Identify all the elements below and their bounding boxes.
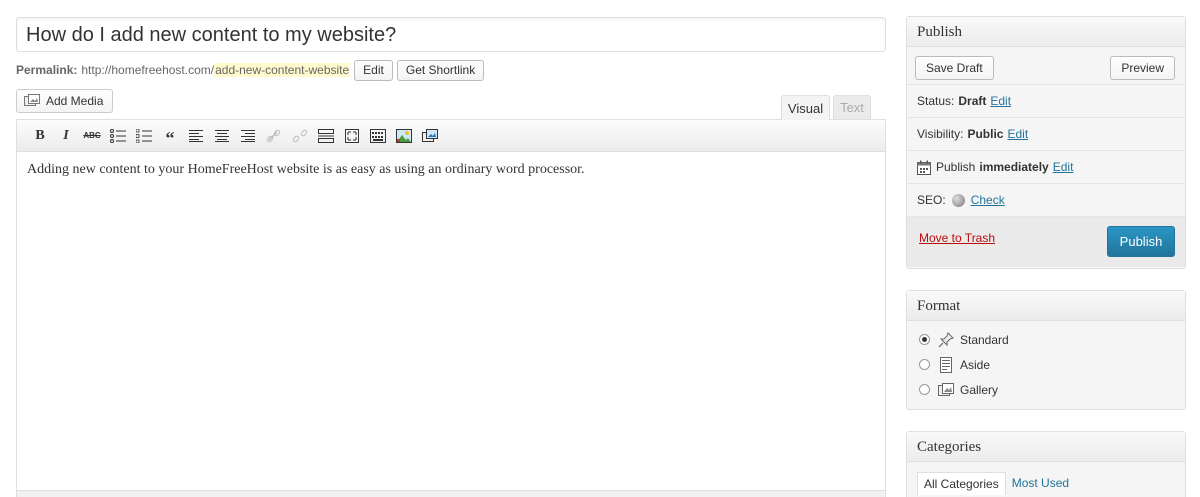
permalink-base: http://homefreehost.com/ — [81, 63, 215, 77]
toolbar-toggle-icon — [370, 128, 386, 143]
format-box-title: Format — [907, 291, 1185, 321]
format-box: Format Standard Aside Gallery — [906, 290, 1186, 410]
tab-text[interactable]: Text — [833, 95, 871, 119]
bold-button[interactable]: B — [27, 124, 53, 148]
format-option-aside[interactable]: Aside — [907, 352, 1185, 377]
insert-more-button[interactable] — [313, 124, 339, 148]
publish-footer: Move to Trash Publish — [907, 217, 1185, 267]
strikethrough-button[interactable]: ABC — [79, 124, 105, 148]
seo-label: SEO: — [917, 193, 946, 207]
editor-content[interactable]: Adding new content to your HomeFreeHost … — [17, 152, 885, 188]
status-value: Draft — [958, 94, 987, 108]
add-media-label: Add Media — [46, 94, 104, 108]
align-left-button[interactable] — [183, 124, 209, 148]
permalink-row: Permalink: http://homefreehost.com/add-n… — [16, 59, 485, 81]
blockquote-icon: “ — [165, 128, 175, 148]
link-icon — [266, 129, 281, 142]
blockquote-button[interactable]: “ — [157, 124, 183, 148]
post-title-text: How do I add new content to my website? — [26, 24, 397, 46]
edit-status-link[interactable]: Edit — [990, 94, 1011, 108]
publish-actions: Save Draft Preview — [907, 47, 1185, 85]
publish-box: Publish Save Draft Preview Status: Draft… — [906, 16, 1186, 269]
publish-button[interactable]: Publish — [1107, 226, 1175, 257]
bold-icon: B — [35, 127, 45, 143]
format-option-gallery[interactable]: Gallery — [907, 377, 1185, 402]
italic-button[interactable]: I — [53, 124, 79, 148]
add-media-button[interactable]: Add Media — [16, 89, 113, 113]
format-radio-aside[interactable] — [919, 359, 930, 370]
format-label-gallery: Gallery — [960, 382, 999, 397]
tab-all-categories[interactable]: All Categories — [917, 472, 1006, 495]
visibility-row: Visibility: Public Edit — [907, 118, 1185, 151]
format-options: Standard Aside Gallery — [907, 321, 1185, 402]
schedule-value: immediately — [979, 160, 1049, 174]
bullet-list-icon — [110, 128, 126, 143]
editor-toolbar: B I ABC “ — [17, 120, 885, 152]
save-draft-button[interactable]: Save Draft — [915, 56, 994, 80]
tab-most-used[interactable]: Most Used — [1006, 472, 1075, 495]
edit-visibility-link[interactable]: Edit — [1007, 127, 1028, 141]
pushpin-icon — [938, 331, 954, 347]
editor-status-bar — [17, 490, 885, 497]
numbered-list-button[interactable] — [131, 124, 157, 148]
format-label-standard: Standard — [960, 332, 1009, 347]
more-tag-icon — [318, 128, 334, 143]
preview-button[interactable]: Preview — [1110, 56, 1175, 80]
gallery-icon — [938, 382, 954, 396]
align-right-button[interactable] — [235, 124, 261, 148]
move-to-trash-link[interactable]: Move to Trash — [919, 231, 995, 245]
numbered-list-icon — [136, 128, 152, 143]
media-gallery-icon — [422, 128, 438, 142]
image-icon — [396, 128, 412, 143]
align-right-icon — [241, 129, 255, 142]
tab-visual[interactable]: Visual — [781, 95, 830, 120]
fullscreen-icon — [345, 128, 359, 143]
seo-row: SEO: Check — [907, 184, 1185, 217]
insert-link-button[interactable] — [261, 124, 287, 148]
format-radio-gallery[interactable] — [919, 384, 930, 395]
edit-schedule-link[interactable]: Edit — [1053, 160, 1074, 174]
get-shortlink-button[interactable]: Get Shortlink — [396, 59, 485, 81]
align-left-icon — [189, 129, 203, 142]
italic-icon: I — [63, 127, 69, 143]
categories-box-title: Categories — [907, 432, 1185, 462]
permalink-slug[interactable]: add-new-content-website — [214, 63, 351, 77]
kitchen-sink-button[interactable] — [365, 124, 391, 148]
insert-image-button[interactable] — [391, 124, 417, 148]
content-editor[interactable]: B I ABC “ Adding new content to your Hom… — [16, 119, 886, 497]
format-label-aside: Aside — [960, 357, 991, 372]
seo-check-link[interactable]: Check — [971, 193, 1005, 207]
post-title-input[interactable]: How do I add new content to my website? — [16, 17, 886, 52]
align-center-icon — [215, 129, 229, 142]
permalink-label: Permalink: — [16, 63, 78, 77]
format-radio-standard[interactable] — [919, 334, 930, 345]
media-icon — [24, 94, 40, 106]
strikethrough-icon: ABC — [83, 131, 101, 140]
fullscreen-button[interactable] — [339, 124, 365, 148]
visibility-value: Public — [967, 127, 1004, 141]
format-option-standard[interactable]: Standard — [907, 327, 1185, 352]
status-row: Status: Draft Edit — [907, 85, 1185, 118]
calendar-icon — [917, 160, 931, 175]
schedule-row: Publish immediately Edit — [907, 151, 1185, 184]
visibility-label: Visibility: — [917, 127, 964, 141]
categories-tabs: All Categories Most Used — [907, 462, 1185, 495]
insert-media-button[interactable] — [417, 124, 443, 148]
unlink-icon — [292, 129, 308, 142]
unlink-button[interactable] — [287, 124, 313, 148]
seo-status-icon — [951, 193, 965, 207]
bullet-list-button[interactable] — [105, 124, 131, 148]
status-label: Status: — [917, 94, 955, 108]
categories-box: Categories All Categories Most Used — [906, 431, 1186, 497]
align-center-button[interactable] — [209, 124, 235, 148]
document-icon — [940, 356, 952, 373]
schedule-label: Publish — [936, 160, 976, 174]
edit-permalink-button[interactable]: Edit — [354, 59, 393, 81]
publish-box-title: Publish — [907, 17, 1185, 47]
